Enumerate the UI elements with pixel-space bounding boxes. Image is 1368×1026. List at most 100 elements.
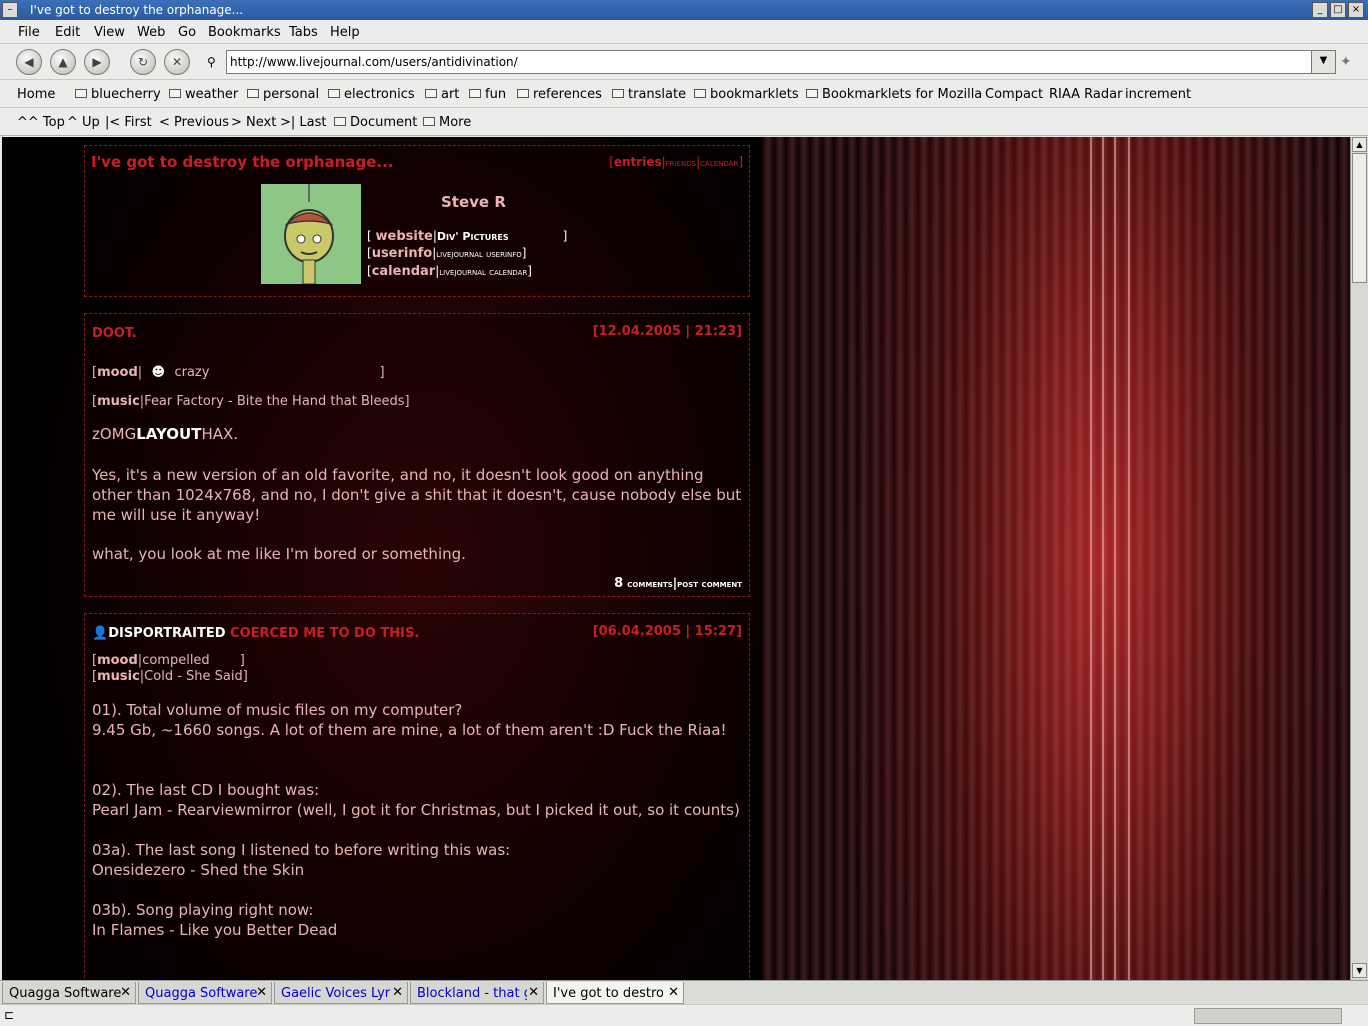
nav-up[interactable]: ^ Up — [67, 115, 100, 130]
menu-help[interactable]: Help — [330, 25, 360, 40]
user-icon: 👤 — [92, 626, 109, 641]
url-dropdown-icon[interactable]: ▼ — [1311, 51, 1335, 73]
nav-top[interactable]: ^^ Top — [17, 115, 65, 130]
nav-document[interactable]: Document — [334, 115, 417, 130]
nav-previous[interactable]: < Previous — [159, 115, 229, 130]
site-navigation-bar: ^^ Top ^ Up |< First < Previous > Next >… — [0, 108, 1368, 136]
vertical-scrollbar[interactable]: ▲ ▼ — [1350, 137, 1368, 980]
close-window-button[interactable]: × — [1348, 2, 1364, 18]
folder-icon — [423, 117, 435, 126]
userinfo-row[interactable]: [userinfo|livejournal userinfo] — [367, 245, 567, 263]
folder-icon — [694, 89, 706, 98]
close-tab-icon[interactable]: ✕ — [668, 985, 679, 1000]
comments-link[interactable]: comments — [627, 579, 672, 590]
tab-bar: Quagga Software ✕ Quagga Software ✕ Gaelic… — [0, 980, 1368, 1004]
nav-next[interactable]: > Next — [231, 115, 276, 130]
tab-blockland[interactable]: Blockland - that g ✕ — [410, 982, 544, 1004]
journal-entry: DOOT. [12.04.2005 | 21:23] [mood| ☻ craz… — [84, 313, 750, 597]
close-tab-icon[interactable]: ✕ — [392, 985, 403, 1000]
window-menu-button[interactable]: – — [2, 2, 18, 18]
bookmark-riaa-radar[interactable]: RIAA Radar — [1049, 87, 1122, 102]
user-link[interactable]: DISPORTRAITED — [108, 626, 225, 641]
bookmark-folder-electronics[interactable]: electronics — [328, 87, 415, 102]
forward-icon[interactable]: ▶ — [84, 49, 110, 75]
mood-crazy-icon: ☻ — [151, 365, 166, 380]
scroll-up-icon[interactable]: ▲ — [1352, 137, 1367, 152]
navigation-toolbar: ◀ ▲ ▶ ↻ ✕ ⚲ ▼ ✦ — [0, 44, 1368, 80]
bookmark-home[interactable]: Home — [17, 87, 55, 102]
back-icon[interactable]: ◀ — [16, 49, 42, 75]
bookmarks-toolbar: Home bluecherry weather personal electro… — [0, 80, 1368, 108]
entry-music: [music|Fear Factory - Bite the Hand that… — [92, 394, 410, 409]
tab-quagga-software-1[interactable]: Quagga Software ✕ — [2, 982, 136, 1004]
menu-bookmarks[interactable]: Bookmarks — [208, 25, 281, 40]
folder-icon — [75, 89, 87, 98]
bookmark-folder-art[interactable]: art — [425, 87, 459, 102]
throbber-icon: ✦ — [1340, 54, 1352, 70]
minimize-button[interactable]: _ — [1312, 2, 1328, 18]
site-icon: ⚲ — [207, 55, 216, 69]
menu-view[interactable]: View — [94, 25, 125, 40]
close-tab-icon[interactable]: ✕ — [120, 985, 131, 1000]
friends-link[interactable]: friends — [666, 158, 696, 169]
folder-icon — [169, 89, 181, 98]
entry-date[interactable]: [12.04.2005 | 21:23] — [593, 324, 742, 339]
bookmark-folder-bluecherry[interactable]: bluecherry — [75, 87, 161, 102]
bookmark-folder-fun[interactable]: fun — [469, 87, 506, 102]
reload-icon[interactable]: ↻ — [130, 49, 156, 75]
bookmark-folder-personal[interactable]: personal — [247, 87, 319, 102]
menu-tabs[interactable]: Tabs — [289, 25, 318, 40]
bookmark-folder-translate[interactable]: translate — [612, 87, 686, 102]
post-comment-link[interactable]: post comment — [677, 579, 742, 590]
journal-title: I've got to destroy the orphanage... — [91, 153, 394, 171]
page-content[interactable]: I've got to destroy the orphanage... [en… — [2, 137, 1350, 980]
tab-orphanage[interactable]: I've got to destro ✕ — [546, 982, 684, 1004]
menu-edit[interactable]: Edit — [55, 25, 80, 40]
stop-icon[interactable]: ✕ — [164, 49, 190, 75]
tab-quagga-software-2[interactable]: Quagga Software ✕ — [138, 982, 272, 1004]
calendar-link[interactable]: calendar — [700, 158, 738, 169]
close-tab-icon[interactable]: ✕ — [256, 985, 267, 1000]
background-artwork — [762, 137, 1350, 980]
menu-go[interactable]: Go — [178, 25, 196, 40]
calendar-row[interactable]: [calendar|livejournal calendar] — [367, 263, 567, 281]
nav-first[interactable]: |< First — [105, 115, 152, 130]
entry-title: 👤DISPORTRAITED COERCED ME TO DO THIS. — [92, 626, 420, 641]
tab-gaelic-voices[interactable]: Gaelic Voices Lyri ✕ — [274, 982, 408, 1004]
menu-bar: File Edit View Web Go Bookmarks Tabs Hel… — [0, 20, 1368, 44]
folder-icon — [328, 89, 340, 98]
menu-file[interactable]: File — [18, 25, 40, 40]
entry-body: 01). Total volume of music files on my c… — [92, 701, 740, 939]
maximize-button[interactable]: □ — [1330, 2, 1346, 18]
journal-entry: 👤DISPORTRAITED COERCED ME TO DO THIS. [0… — [84, 613, 750, 980]
nav-more[interactable]: More — [423, 115, 471, 130]
comment-count[interactable]: 8 — [614, 576, 623, 591]
folder-icon — [806, 89, 818, 98]
url-bar[interactable]: ▼ — [226, 50, 1336, 74]
zombie-icon — [261, 184, 361, 284]
bookmark-folder-bookmarklets[interactable]: bookmarklets — [694, 87, 799, 102]
bookmark-folder-weather[interactable]: weather — [169, 87, 238, 102]
entry-date[interactable]: [06.04.2005 | 15:27] — [593, 624, 742, 639]
menu-web[interactable]: Web — [137, 25, 165, 40]
window-title-bar: – I've got to destroy the orphanage... _… — [0, 0, 1368, 20]
entry-mood: [mood|compelled] — [92, 653, 245, 668]
journal-links: [entries|friends|calendar] — [609, 155, 743, 169]
bookmark-folder-references[interactable]: references — [517, 87, 602, 102]
scroll-down-icon[interactable]: ▼ — [1352, 963, 1367, 978]
status-bar: ⊏ — [0, 1004, 1368, 1026]
userpic-avatar — [261, 184, 361, 284]
scroll-thumb[interactable] — [1352, 153, 1367, 283]
progress-bar — [1194, 1008, 1342, 1024]
user-info-table: [ website|Div' Pictures] [userinfo|livej… — [367, 228, 567, 281]
close-tab-icon[interactable]: ✕ — [528, 985, 539, 1000]
up-icon[interactable]: ▲ — [50, 49, 76, 75]
bookmark-increment[interactable]: increment — [1125, 87, 1191, 102]
entries-link[interactable]: entries — [614, 155, 662, 169]
website-row[interactable]: [ website|Div' Pictures] — [367, 228, 567, 245]
url-input[interactable] — [227, 51, 1307, 73]
folder-icon — [517, 89, 529, 98]
bookmark-compact[interactable]: Compact — [985, 87, 1043, 102]
nav-last[interactable]: >| Last — [280, 115, 326, 130]
bookmark-folder-mozilla[interactable]: Bookmarklets for Mozilla — [806, 87, 982, 102]
